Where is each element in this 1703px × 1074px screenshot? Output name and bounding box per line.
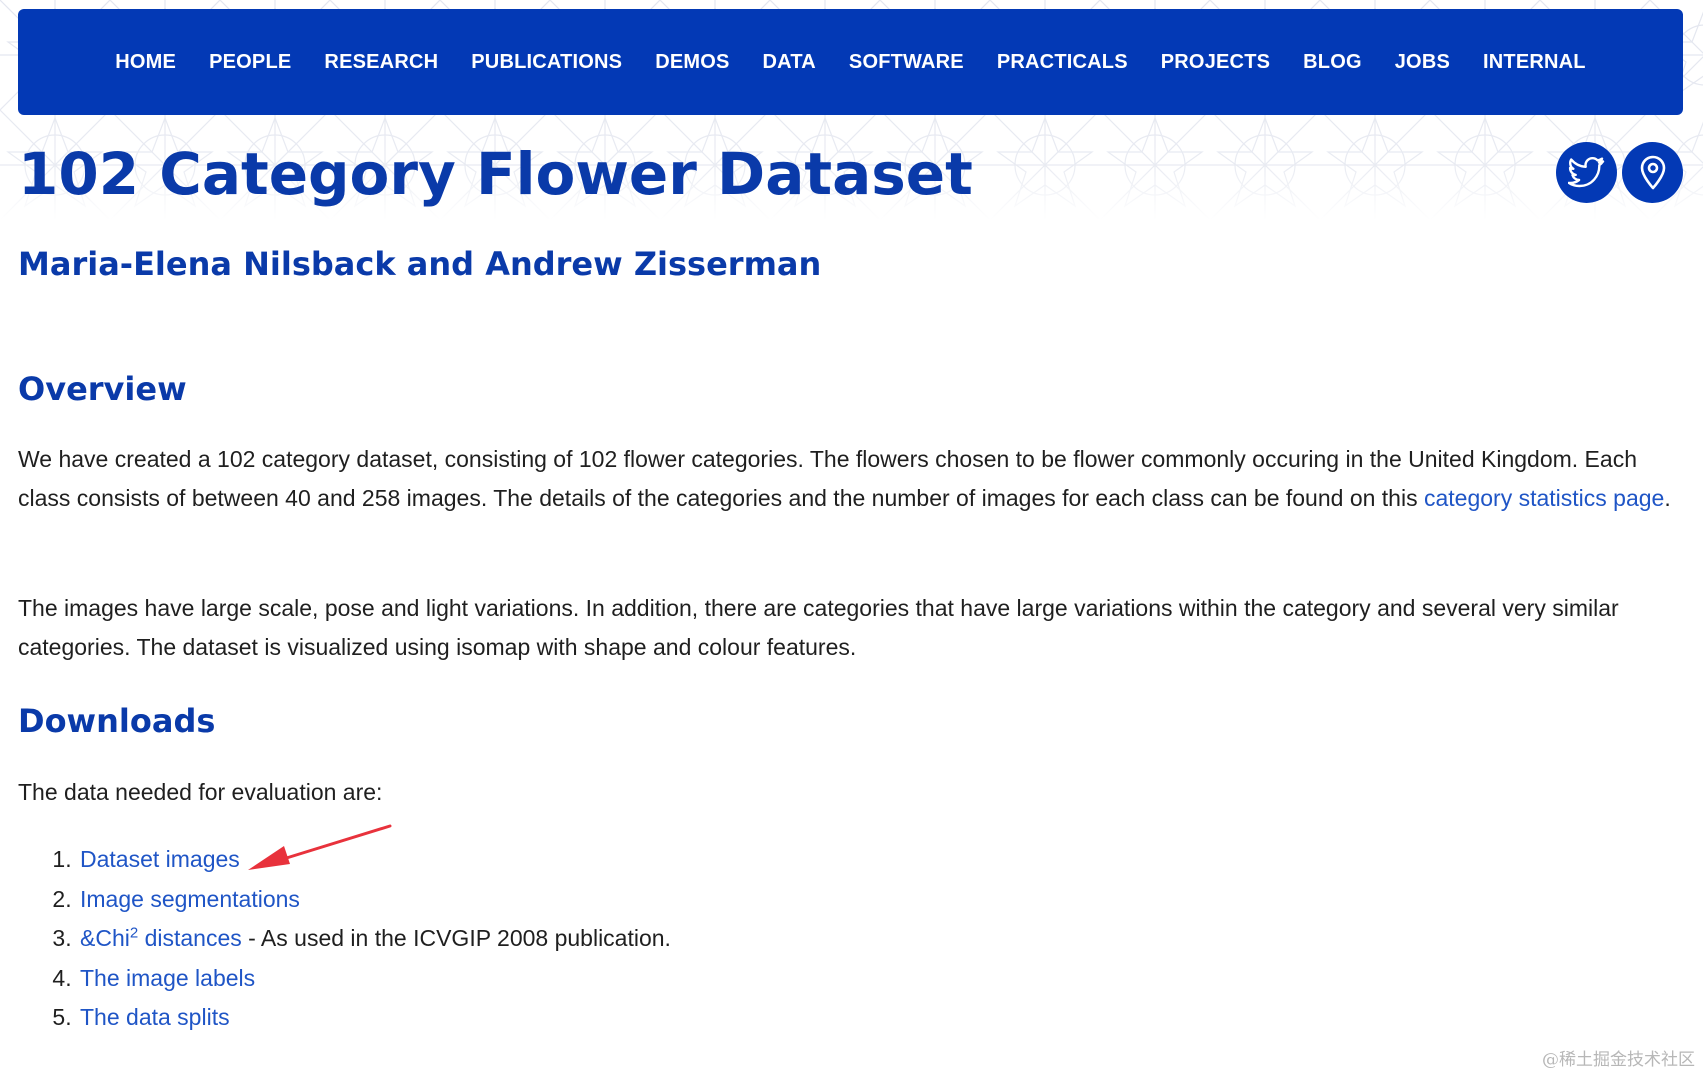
- authors: Maria-Elena Nilsback and Andrew Zisserma…: [18, 245, 822, 283]
- nav-demos[interactable]: DEMOS: [655, 51, 729, 74]
- image-segmentations-link[interactable]: Image segmentations: [80, 886, 300, 912]
- page-title: 102 Category Flower Dataset: [18, 140, 973, 208]
- nav-home[interactable]: HOME: [115, 51, 176, 74]
- twitter-button[interactable]: [1556, 142, 1617, 203]
- downloads-intro: The data needed for evaluation are:: [18, 779, 383, 805]
- chi2-distances-link[interactable]: &Chi2 distances: [80, 925, 242, 951]
- list-item: The image labels: [78, 959, 671, 999]
- nav-data[interactable]: DATA: [763, 51, 816, 74]
- overview-paragraph-1: We have created a 102 category dataset, …: [18, 440, 1686, 518]
- overview-period: .: [1664, 485, 1671, 511]
- nav-jobs[interactable]: JOBS: [1395, 51, 1450, 74]
- overview-heading: Overview: [18, 370, 187, 408]
- page: HOME PEOPLE RESEARCH PUBLICATIONS DEMOS …: [0, 0, 1703, 1074]
- icvgip-note: - As used in the ICVGIP 2008 publication…: [241, 925, 671, 951]
- location-pin-icon: [1640, 155, 1665, 189]
- nav-practicals[interactable]: PRACTICALS: [997, 51, 1128, 74]
- overview-paragraph-2: The images have large scale, pose and li…: [18, 595, 1619, 660]
- downloads-heading: Downloads: [18, 702, 216, 740]
- location-button[interactable]: [1622, 142, 1683, 203]
- list-item: The data splits: [78, 998, 671, 1038]
- nav-internal[interactable]: INTERNAL: [1483, 51, 1586, 74]
- nav-blog[interactable]: BLOG: [1303, 51, 1362, 74]
- chi-superscript: 2: [129, 924, 139, 942]
- nav-projects[interactable]: PROJECTS: [1161, 51, 1270, 74]
- list-item: Image segmentations: [78, 880, 671, 920]
- red-arrow-annotation: [248, 824, 392, 870]
- category-statistics-link[interactable]: category statistics page: [1424, 485, 1664, 511]
- twitter-icon: [1567, 156, 1604, 187]
- nav-publications[interactable]: PUBLICATIONS: [471, 51, 622, 74]
- chi-label: &Chi: [80, 925, 130, 951]
- main-navigation: HOME PEOPLE RESEARCH PUBLICATIONS DEMOS …: [18, 9, 1683, 115]
- overview-text: We have created a 102 category dataset, …: [18, 446, 1637, 511]
- image-labels-link[interactable]: The image labels: [80, 965, 255, 991]
- nav-research[interactable]: RESEARCH: [324, 51, 438, 74]
- data-splits-link[interactable]: The data splits: [80, 1004, 230, 1030]
- watermark: @稀土掘金技术社区: [1542, 1050, 1695, 1070]
- dataset-images-link[interactable]: Dataset images: [80, 846, 240, 872]
- distances-label: distances: [138, 925, 242, 951]
- nav-software[interactable]: SOFTWARE: [849, 51, 964, 74]
- nav-people[interactable]: PEOPLE: [209, 51, 291, 74]
- list-item: &Chi2 distances - As used in the ICVGIP …: [78, 919, 671, 959]
